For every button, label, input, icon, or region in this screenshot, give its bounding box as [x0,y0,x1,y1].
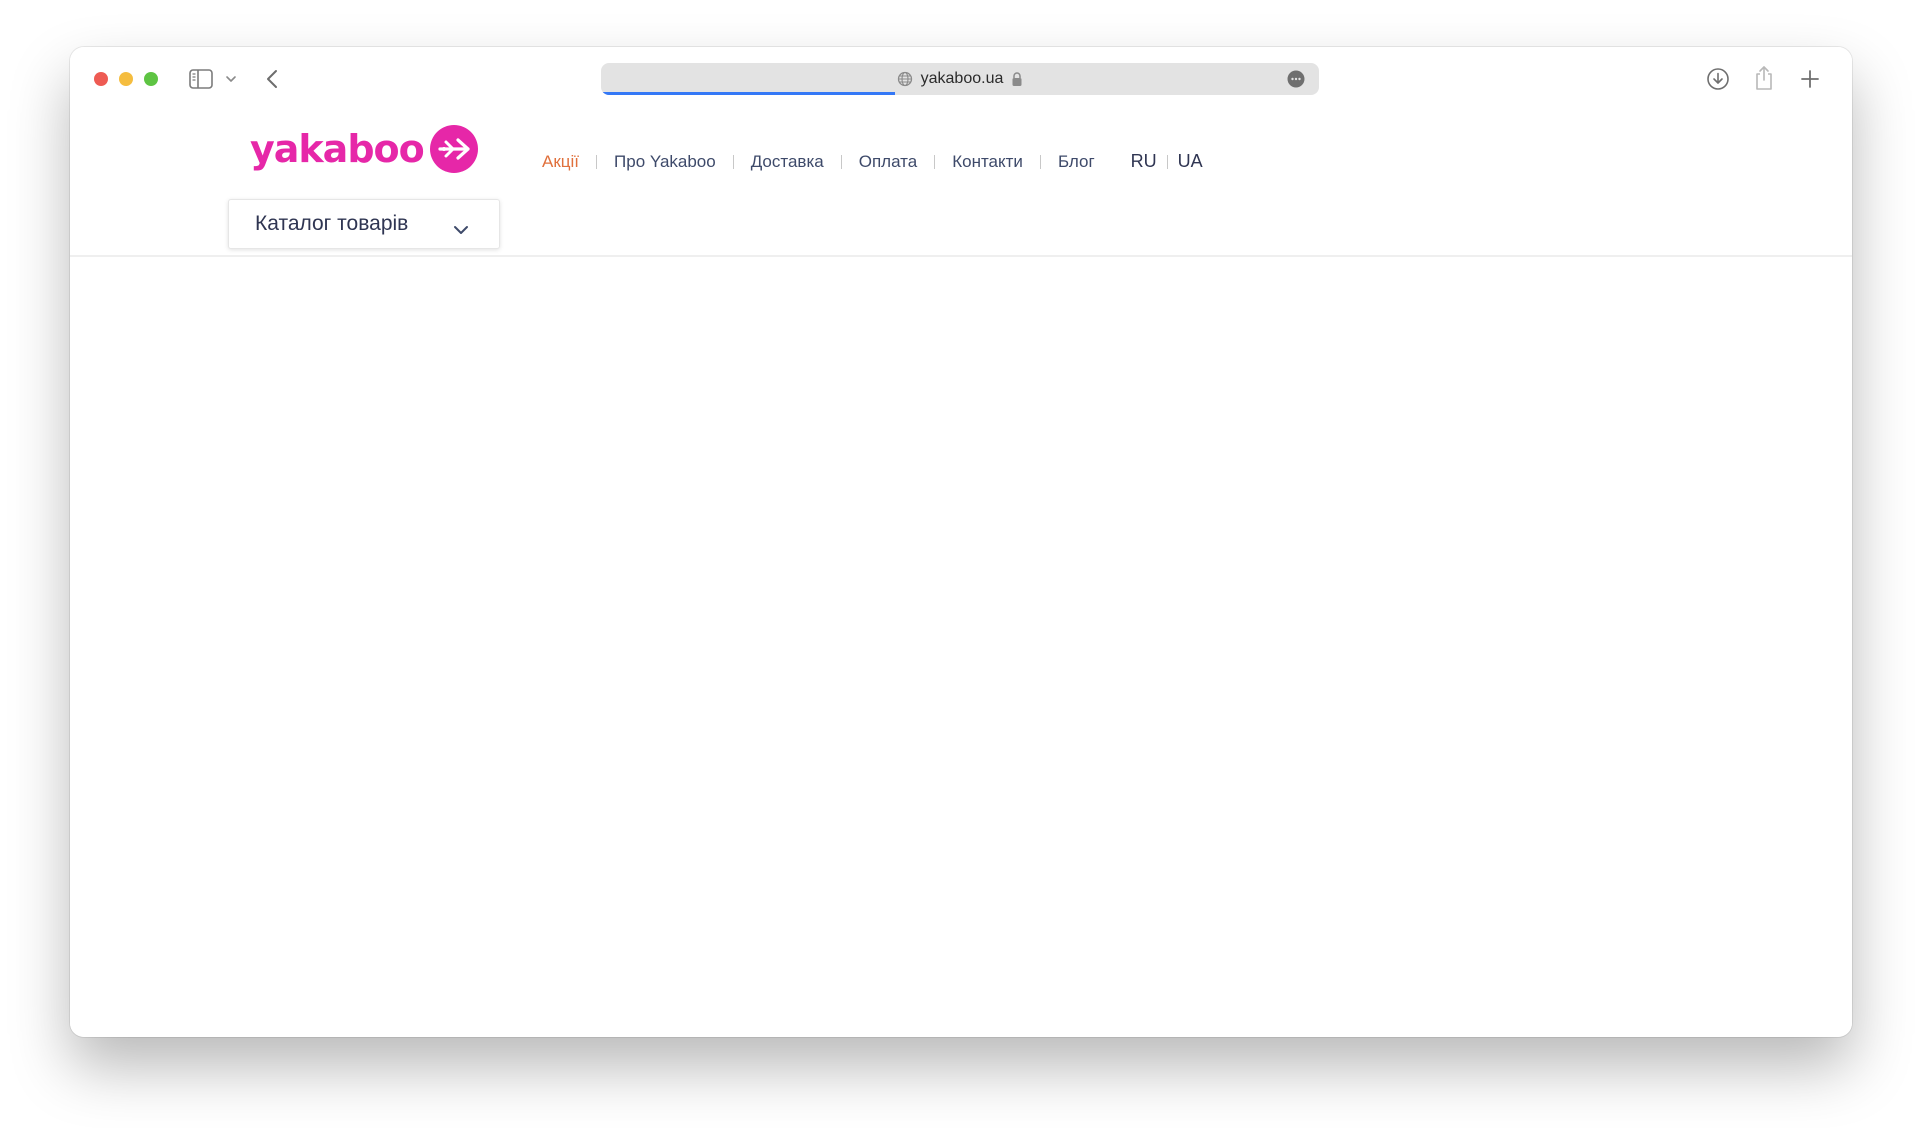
chevron-left-icon[interactable] [262,65,282,93]
page-content-area [70,257,1852,1037]
chevron-down-icon[interactable] [224,69,238,89]
desktop: yakaboo.ua yakaboo Акції Про Yakaboo Дос… [0,0,1920,1128]
globe-icon [897,71,913,87]
nav-link-about[interactable]: Про Yakaboo [614,152,716,172]
lang-ua-link[interactable]: UA [1178,151,1203,172]
nav-link-contacts[interactable]: Контакти [952,152,1023,172]
main-nav: Акції Про Yakaboo Доставка Оплата Контак… [542,151,1203,172]
browser-toolbar: yakaboo.ua [70,47,1852,111]
catalog-dropdown-button[interactable]: Каталог товарів [228,199,500,249]
site-header: yakaboo Акції Про Yakaboo Доставка Оплат… [70,111,1852,257]
address-bar[interactable]: yakaboo.ua [601,63,1319,95]
nav-link-delivery[interactable]: Доставка [751,152,824,172]
nav-divider [1039,154,1041,169]
lang-ru-link[interactable]: RU [1131,151,1157,172]
nav-divider [934,154,936,169]
more-icon[interactable] [1287,70,1305,88]
nav-divider [596,154,598,169]
share-icon[interactable] [1750,63,1778,93]
minimize-window-button[interactable] [119,72,133,86]
download-icon[interactable] [1704,65,1732,93]
close-window-button[interactable] [94,72,108,86]
chevron-down-icon [453,218,469,234]
nav-link-blog[interactable]: Блог [1058,152,1095,172]
language-switcher: RU UA [1131,151,1203,172]
lock-icon [1011,71,1023,87]
url-text: yakaboo.ua [920,70,1004,87]
nav-link-payment[interactable]: Оплата [859,152,917,172]
lang-divider [1166,154,1168,169]
logo-plane-icon [429,125,478,173]
nav-divider [732,154,734,169]
nav-divider [840,154,842,169]
zoom-window-button[interactable] [144,72,158,86]
address-display[interactable]: yakaboo.ua [601,63,1319,95]
browser-window: yakaboo.ua yakaboo Акції Про Yakaboo Дос… [70,47,1852,1037]
sidebar-icon[interactable] [188,67,214,91]
nav-link-promotions[interactable]: Акції [542,152,579,172]
catalog-label: Каталог товарів [255,212,409,235]
site-logo[interactable]: yakaboo [250,125,478,173]
logo-wordmark: yakaboo [250,127,425,171]
plus-icon[interactable] [1796,65,1824,93]
